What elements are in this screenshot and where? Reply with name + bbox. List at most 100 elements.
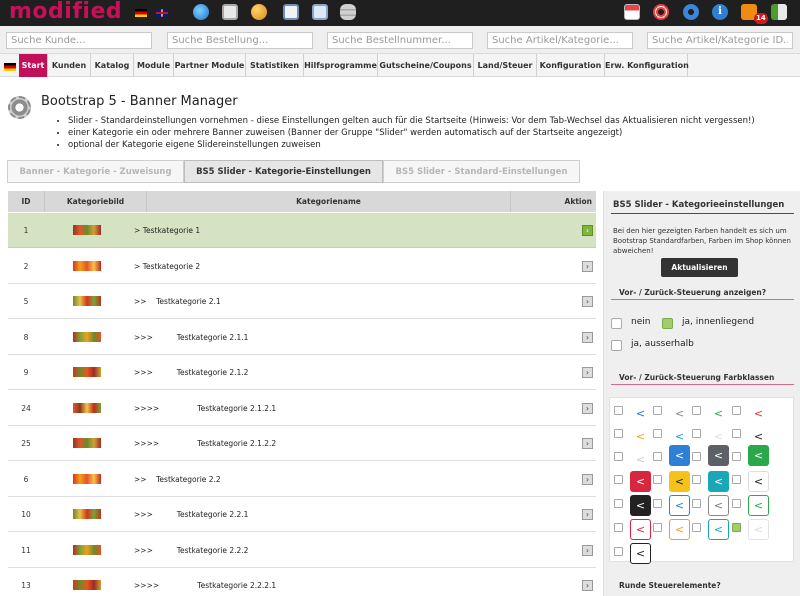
globe-icon[interactable] xyxy=(193,4,209,20)
nav-statistiken[interactable]: Statistiken xyxy=(246,54,304,77)
row-category-name[interactable]: >>> Testkategorie 2.1.1 xyxy=(134,320,248,355)
row-category-name[interactable]: >>>> Testkategorie 2.2.2.1 xyxy=(134,568,276,596)
nav-konfiguration[interactable]: Konfiguration xyxy=(537,54,605,77)
nav-kunden[interactable]: Kunden xyxy=(48,54,91,77)
table-row[interactable]: 1 > Testkategorie 1 › xyxy=(8,213,596,248)
color-class-checkbox[interactable] xyxy=(732,475,741,484)
nav-erw-konfiguration[interactable]: Erw. Konfiguration xyxy=(605,54,689,77)
cash-register-icon[interactable] xyxy=(222,4,238,20)
nav-hilfsprogramme[interactable]: Hilfsprogramme xyxy=(304,54,378,77)
shop-icon[interactable] xyxy=(624,4,640,20)
update-button[interactable]: Aktualisieren xyxy=(661,258,738,277)
color-class-checkbox[interactable] xyxy=(653,499,662,508)
nav-partner-module[interactable]: Partner Module xyxy=(174,54,246,77)
copy-icon[interactable] xyxy=(312,4,328,20)
arrow-right-icon[interactable]: › xyxy=(582,296,593,307)
row-category-name[interactable]: > Testkategorie 1 xyxy=(134,213,200,248)
option-aussen-checkbox[interactable] xyxy=(611,340,622,351)
refresh-icon[interactable] xyxy=(683,4,699,20)
tab-slider-kategorie[interactable]: BS5 Slider - Kategorie-Einstellungen xyxy=(184,160,383,183)
color-class-checkbox[interactable] xyxy=(653,452,662,461)
table-row[interactable]: 10 >>> Testkategorie 2.2.1 › xyxy=(8,497,596,532)
row-name-text: Testkategorie 2.2.2.1 xyxy=(197,581,277,590)
row-category-name[interactable]: >>> Testkategorie 2.2.2 xyxy=(134,533,248,568)
english-flag-icon[interactable] xyxy=(156,9,168,17)
color-class-checkbox[interactable] xyxy=(653,475,662,484)
nav-gutscheine[interactable]: Gutscheine/Coupons xyxy=(378,54,474,77)
arrow-right-icon[interactable]: › xyxy=(582,544,593,556)
table-row[interactable]: 24 >>>> Testkategorie 2.1.2.1 › xyxy=(8,390,596,426)
row-category-name[interactable]: >> Testkategorie 2.1 xyxy=(134,284,221,319)
row-category-name[interactable]: >>> Testkategorie 2.2.1 xyxy=(134,497,248,532)
table-row[interactable]: 11 >>> Testkategorie 2.2.2 › xyxy=(8,532,596,568)
table-row[interactable]: 6 >> Testkategorie 2.2 › xyxy=(8,461,596,497)
color-class-checkbox[interactable] xyxy=(614,547,623,556)
article-search-input[interactable] xyxy=(487,32,633,49)
color-class-checkbox[interactable] xyxy=(732,452,741,461)
arrow-right-icon[interactable]: › xyxy=(582,367,593,378)
color-class-checkbox[interactable] xyxy=(692,475,701,484)
nav-start[interactable]: Start xyxy=(19,54,48,77)
color-class-checkbox[interactable] xyxy=(692,406,701,415)
logout-icon[interactable] xyxy=(771,4,787,20)
article-id-search-input[interactable] xyxy=(647,32,793,49)
color-class-checkbox[interactable] xyxy=(614,429,623,438)
row-id: 5 xyxy=(23,297,29,306)
table-row[interactable]: 2 > Testkategorie 2 › xyxy=(8,248,596,284)
order-search-input[interactable] xyxy=(167,32,313,49)
option-innen-checkbox[interactable] xyxy=(662,318,673,329)
color-class-checkbox[interactable] xyxy=(692,523,701,532)
nav-module[interactable]: Module xyxy=(134,54,174,77)
color-class-checkbox[interactable] xyxy=(614,406,623,415)
database-icon[interactable] xyxy=(340,4,356,20)
option-nein-checkbox[interactable] xyxy=(611,318,622,329)
row-category-name[interactable]: >>>> Testkategorie 2.1.2.2 xyxy=(134,426,276,461)
row-category-name[interactable]: >>>> Testkategorie 2.1.2.1 xyxy=(134,391,276,426)
ordernumber-search-input[interactable] xyxy=(327,32,473,49)
app-logo[interactable]: modified xyxy=(9,0,122,24)
color-class-checkbox[interactable] xyxy=(732,406,741,415)
calculator-icon[interactable] xyxy=(283,4,299,20)
color-class-checkbox[interactable] xyxy=(732,523,741,532)
table-row[interactable]: 8 >>> Testkategorie 2.1.1 › xyxy=(8,319,596,355)
color-class-checkbox[interactable] xyxy=(692,499,701,508)
row-category-name[interactable]: >>> Testkategorie 2.1.2 xyxy=(134,355,248,390)
row-category-name[interactable]: > Testkategorie 2 xyxy=(134,249,200,284)
users-icon[interactable] xyxy=(251,4,267,20)
arrow-right-icon[interactable]: › xyxy=(582,438,593,449)
color-class-checkbox[interactable] xyxy=(732,429,741,438)
german-flag-icon[interactable] xyxy=(135,9,147,17)
tab-slider-standard[interactable]: BS5 Slider - Standard-Einstellungen xyxy=(383,160,580,183)
table-row[interactable]: 25 >>>> Testkategorie 2.1.2.2 › xyxy=(8,426,596,461)
color-class-sample: < xyxy=(753,430,764,443)
help-lifebuoy-icon[interactable] xyxy=(653,4,669,20)
arrow-right-icon[interactable]: › xyxy=(582,331,593,343)
color-class-checkbox[interactable] xyxy=(653,429,662,438)
arrow-right-icon[interactable]: › xyxy=(582,509,593,520)
table-row[interactable]: 13 >>>> Testkategorie 2.2.2.1 › xyxy=(8,568,596,596)
info-icon[interactable]: i xyxy=(712,4,728,20)
german-flag-icon[interactable] xyxy=(4,63,16,71)
arrow-right-icon[interactable]: › xyxy=(582,225,593,236)
nav-land-steuer[interactable]: Land/Steuer xyxy=(474,54,537,77)
table-row[interactable]: 5 >> Testkategorie 2.1 › xyxy=(8,284,596,319)
color-class-checkbox[interactable] xyxy=(653,406,662,415)
tab-banner-zuweisung[interactable]: Banner - Kategorie - Zuweisung xyxy=(7,160,184,183)
arrow-right-icon[interactable]: › xyxy=(582,580,593,591)
color-class-checkbox[interactable] xyxy=(614,523,623,532)
table-row[interactable]: 9 >>> Testkategorie 2.1.2 › xyxy=(8,355,596,390)
color-class-checkbox[interactable] xyxy=(614,475,623,484)
color-class-checkbox[interactable] xyxy=(614,452,623,461)
info-item: optional der Kategorie eigene Slidereins… xyxy=(68,139,798,151)
nav-katalog[interactable]: Katalog xyxy=(91,54,134,77)
color-class-checkbox[interactable] xyxy=(692,429,701,438)
customer-search-input[interactable] xyxy=(6,32,152,49)
arrow-right-icon[interactable]: › xyxy=(582,402,593,414)
arrow-right-icon[interactable]: › xyxy=(582,260,593,272)
row-category-name[interactable]: >> Testkategorie 2.2 xyxy=(134,462,221,497)
arrow-right-icon[interactable]: › xyxy=(582,473,593,485)
color-class-checkbox[interactable] xyxy=(732,499,741,508)
color-class-checkbox[interactable] xyxy=(653,523,662,532)
color-class-checkbox[interactable] xyxy=(692,452,701,461)
color-class-checkbox[interactable] xyxy=(614,499,623,508)
